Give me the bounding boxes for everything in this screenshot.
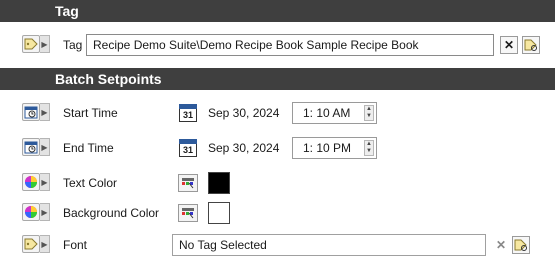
- text-color-binding-control[interactable]: ▶: [22, 172, 52, 192]
- clock-calendar-icon: [22, 103, 40, 121]
- tag-path-field[interactable]: Recipe Demo Suite\Demo Recipe Book Sampl…: [86, 34, 494, 56]
- color-wheel-icon: [22, 203, 40, 221]
- calendar-icon[interactable]: 31: [179, 104, 197, 122]
- background-color-row: ▶ Background Color: [0, 200, 555, 226]
- tag-icon: [22, 35, 40, 53]
- text-color-row: ▶ Text Color: [0, 170, 555, 196]
- tag-browse-icon[interactable]: [512, 236, 530, 254]
- expand-arrow-icon[interactable]: ▶: [40, 173, 50, 191]
- tag-section-title: Tag: [55, 3, 79, 19]
- text-color-swatch[interactable]: [208, 172, 230, 194]
- start-time-binding-control[interactable]: ▶: [22, 102, 52, 122]
- time-spinner[interactable]: ▲ ▼: [364, 140, 374, 156]
- batch-setpoints-title: Batch Setpoints: [55, 71, 162, 87]
- end-time-binding-control[interactable]: ▶: [22, 137, 52, 157]
- tag-section-header: Tag: [0, 0, 555, 22]
- end-date-value[interactable]: Sep 30, 2024: [208, 141, 279, 155]
- batch-setpoints-header: Batch Setpoints: [0, 68, 555, 90]
- expand-arrow-icon[interactable]: ▶: [40, 138, 50, 156]
- color-picker-icon[interactable]: [178, 174, 198, 192]
- expand-arrow-icon[interactable]: ▶: [40, 203, 50, 221]
- close-icon[interactable]: ✕: [492, 236, 510, 254]
- start-time-label: Start Time: [63, 106, 118, 120]
- color-wheel-icon: [22, 173, 40, 191]
- font-label: Font: [63, 238, 88, 252]
- font-binding-control[interactable]: ▶: [22, 234, 52, 254]
- expand-arrow-icon[interactable]: ▶: [40, 235, 50, 253]
- end-time-input[interactable]: 1: 10 PM ▲ ▼: [292, 137, 377, 159]
- start-time-value: 1: 10 AM: [303, 106, 351, 120]
- time-spinner[interactable]: ▲ ▼: [364, 105, 374, 121]
- font-tag-field[interactable]: No Tag Selected: [172, 234, 486, 256]
- background-color-label: Background Color: [63, 206, 160, 220]
- tag-icon: [22, 235, 40, 253]
- start-time-input[interactable]: 1: 10 AM ▲ ▼: [292, 102, 377, 124]
- start-time-row: ▶ Start Time 31 Sep 30, 2024 1: 10 AM ▲ ▼: [0, 100, 555, 126]
- expand-arrow-icon[interactable]: ▶: [40, 103, 50, 121]
- close-icon[interactable]: ✕: [500, 36, 518, 54]
- background-color-swatch[interactable]: [208, 202, 230, 224]
- text-color-label: Text Color: [63, 176, 118, 190]
- background-color-binding-control[interactable]: ▶: [22, 202, 52, 222]
- end-time-label: End Time: [63, 141, 114, 155]
- clock-calendar-icon: [22, 138, 40, 156]
- end-time-row: ▶ End Time 31 Sep 30, 2024 1: 10 PM ▲ ▼: [0, 135, 555, 161]
- tag-label: Tag: [63, 38, 83, 52]
- start-date-value[interactable]: Sep 30, 2024: [208, 106, 279, 120]
- expand-arrow-icon[interactable]: ▶: [40, 35, 50, 53]
- tag-browse-icon[interactable]: [522, 36, 540, 54]
- color-picker-icon[interactable]: [178, 204, 198, 222]
- calendar-icon[interactable]: 31: [179, 139, 197, 157]
- end-time-value: 1: 10 PM: [303, 141, 352, 155]
- tag-binding-control[interactable]: ▶: [22, 34, 52, 54]
